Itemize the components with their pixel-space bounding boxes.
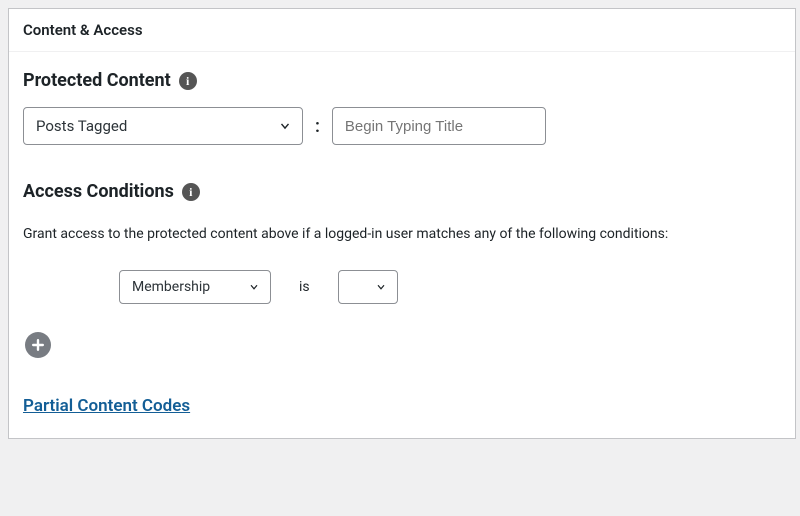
protected-content-row: Posts Tagged : <box>23 107 781 145</box>
condition-type-value: Membership <box>132 279 210 295</box>
add-condition-button[interactable] <box>25 332 51 358</box>
access-conditions-description: Grant access to the protected content ab… <box>23 226 781 242</box>
condition-value-select[interactable] <box>338 270 398 304</box>
panel-body: Protected Content i Posts Tagged : Acces… <box>9 52 795 438</box>
content-access-panel: Content & Access Protected Content i Pos… <box>8 8 796 439</box>
condition-row: Membership is <box>119 270 781 304</box>
protected-content-heading-text: Protected Content <box>23 70 171 91</box>
plus-icon <box>30 337 46 353</box>
panel-title: Content & Access <box>9 9 795 52</box>
rule-type-value: Posts Tagged <box>36 117 127 135</box>
info-icon[interactable]: i <box>179 72 197 90</box>
chevron-down-icon <box>278 119 292 133</box>
chevron-down-icon <box>375 281 387 293</box>
rule-title-input[interactable] <box>332 107 546 145</box>
access-conditions-heading-text: Access Conditions <box>23 181 174 202</box>
rule-separator: : <box>313 116 322 137</box>
rule-type-select[interactable]: Posts Tagged <box>23 107 303 145</box>
partial-content-codes-link[interactable]: Partial Content Codes <box>23 396 190 416</box>
info-icon[interactable]: i <box>182 183 200 201</box>
access-conditions-heading: Access Conditions i <box>23 181 200 202</box>
condition-operator: is <box>299 279 310 295</box>
protected-content-heading: Protected Content i <box>23 70 197 91</box>
chevron-down-icon <box>248 281 260 293</box>
condition-type-select[interactable]: Membership <box>119 270 271 304</box>
